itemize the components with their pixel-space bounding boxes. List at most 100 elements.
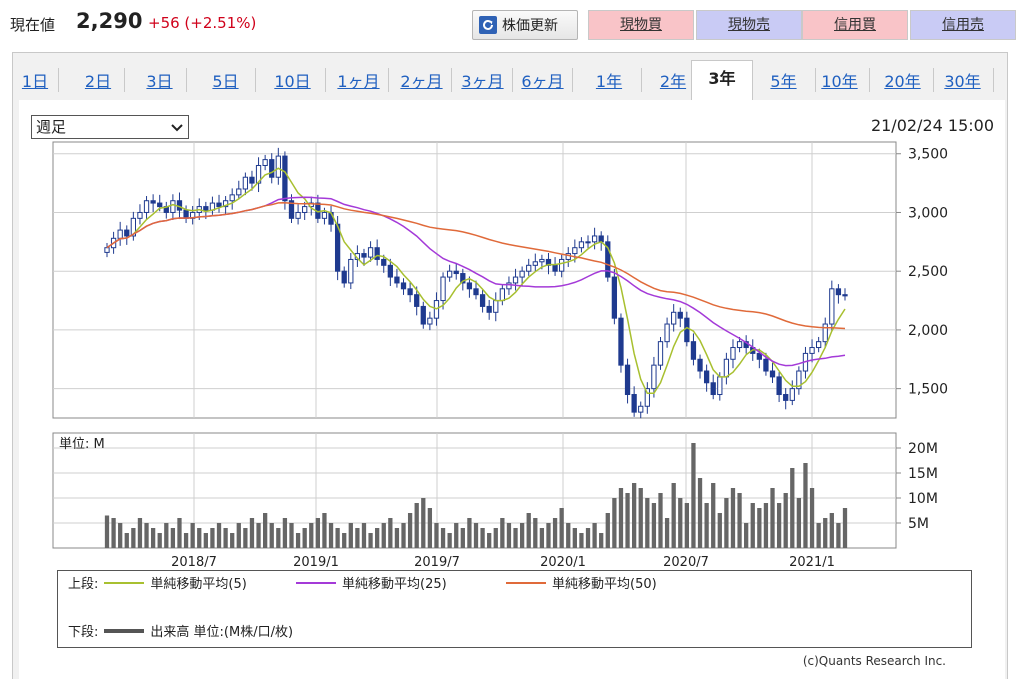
volume-bar: [348, 523, 353, 548]
volume-bar: [170, 528, 176, 548]
candle-body: [117, 229, 123, 239]
volume-bar: [658, 493, 663, 548]
volume-unit-label: 単位: M: [59, 436, 105, 452]
volume-bar: [157, 533, 162, 548]
price-tick-label: 3,500: [908, 147, 948, 163]
price-tick-label: 1,500: [908, 382, 948, 398]
volume-bar: [506, 523, 512, 548]
legend-volume-label: 出来高 単位:(M株/口/枚): [150, 625, 294, 640]
candle-body: [499, 288, 505, 302]
volume-bar: [776, 503, 782, 548]
volume-bar: [711, 483, 716, 548]
volume-bar: [342, 533, 347, 548]
candle-body: [150, 200, 156, 204]
volume-bar: [559, 508, 564, 548]
candle-body: [479, 294, 486, 307]
candle-body: [783, 394, 789, 401]
volume-bar: [724, 498, 729, 548]
candle-body: [407, 288, 413, 296]
candle-body: [690, 341, 697, 360]
candle-body: [236, 188, 242, 196]
volume-bar: [388, 518, 393, 548]
candle-body: [447, 270, 453, 278]
volume-bar: [836, 523, 841, 548]
copyright: (c)Quants Research Inc.: [802, 654, 946, 668]
volume-bar: [447, 533, 452, 548]
volume-bar: [737, 493, 742, 548]
candle-body: [275, 155, 281, 178]
volume-bar: [440, 528, 446, 548]
candle-body: [657, 341, 664, 366]
volume-bar: [744, 523, 749, 548]
candle-body: [473, 288, 479, 296]
volume-bar: [295, 533, 301, 548]
candle-body: [216, 202, 222, 208]
volume-bar: [829, 513, 834, 548]
volume-bar: [460, 528, 465, 548]
volume-bar: [111, 518, 116, 548]
volume-bar: [335, 528, 340, 548]
candle-body: [486, 305, 492, 313]
candle-body: [367, 247, 374, 258]
volume-bar: [790, 468, 795, 548]
candle-body: [809, 347, 815, 354]
candle-body: [585, 241, 591, 244]
volume-bar: [236, 523, 241, 548]
volume-bar: [592, 523, 597, 548]
candle-body: [229, 194, 235, 202]
volume-bar: [487, 533, 492, 548]
volume-bar: [697, 478, 703, 548]
volume-bar: [309, 523, 314, 548]
volume-bar: [664, 518, 670, 548]
candle-body: [703, 370, 710, 384]
candle-body: [262, 159, 268, 166]
volume-bar: [566, 523, 571, 548]
candle-body: [717, 376, 723, 396]
candle-body: [710, 382, 716, 396]
candle-body: [453, 270, 459, 275]
volume-bar: [638, 488, 643, 548]
volume-bar: [190, 523, 195, 548]
candle-body: [387, 264, 393, 278]
candle-body: [835, 288, 842, 296]
candle-body: [829, 288, 835, 325]
candle-body: [302, 206, 308, 213]
volume-bar: [625, 493, 630, 548]
volume-bar: [381, 523, 386, 548]
volume-bar: [289, 523, 294, 548]
volume-bar: [599, 533, 604, 548]
candle-body: [157, 202, 163, 208]
volume-bar: [651, 503, 657, 548]
volume-bar: [394, 528, 400, 548]
candle-body: [519, 270, 525, 278]
volume-tick-label: 5M: [908, 516, 929, 532]
volume-bar: [513, 528, 518, 548]
volume-bar: [750, 503, 755, 548]
volume-bar: [519, 523, 525, 548]
volume-bar: [480, 528, 485, 548]
candle-body: [559, 258, 565, 272]
volume-bar: [302, 528, 307, 548]
volume-bar: [796, 498, 802, 548]
volume-bar: [585, 528, 591, 548]
volume-bar: [282, 518, 288, 548]
volume-bar: [401, 523, 406, 548]
candle-body: [789, 388, 795, 401]
volume-bar: [223, 528, 228, 548]
candle-body: [776, 376, 782, 396]
price-tick-label: 3,000: [908, 205, 948, 221]
candle-body: [638, 405, 644, 413]
candle-body: [684, 317, 690, 343]
candle-body: [269, 159, 275, 178]
volume-bar: [467, 518, 472, 548]
volume-bar: [618, 488, 624, 548]
candle-body: [361, 253, 367, 258]
candle-body: [414, 294, 420, 307]
candle-body: [143, 200, 150, 213]
volume-bar: [645, 498, 650, 548]
volume-bar: [315, 518, 320, 548]
volume-bar: [579, 533, 584, 548]
candle-body: [572, 247, 578, 255]
candle-body: [394, 276, 400, 284]
candle-body: [816, 341, 822, 349]
